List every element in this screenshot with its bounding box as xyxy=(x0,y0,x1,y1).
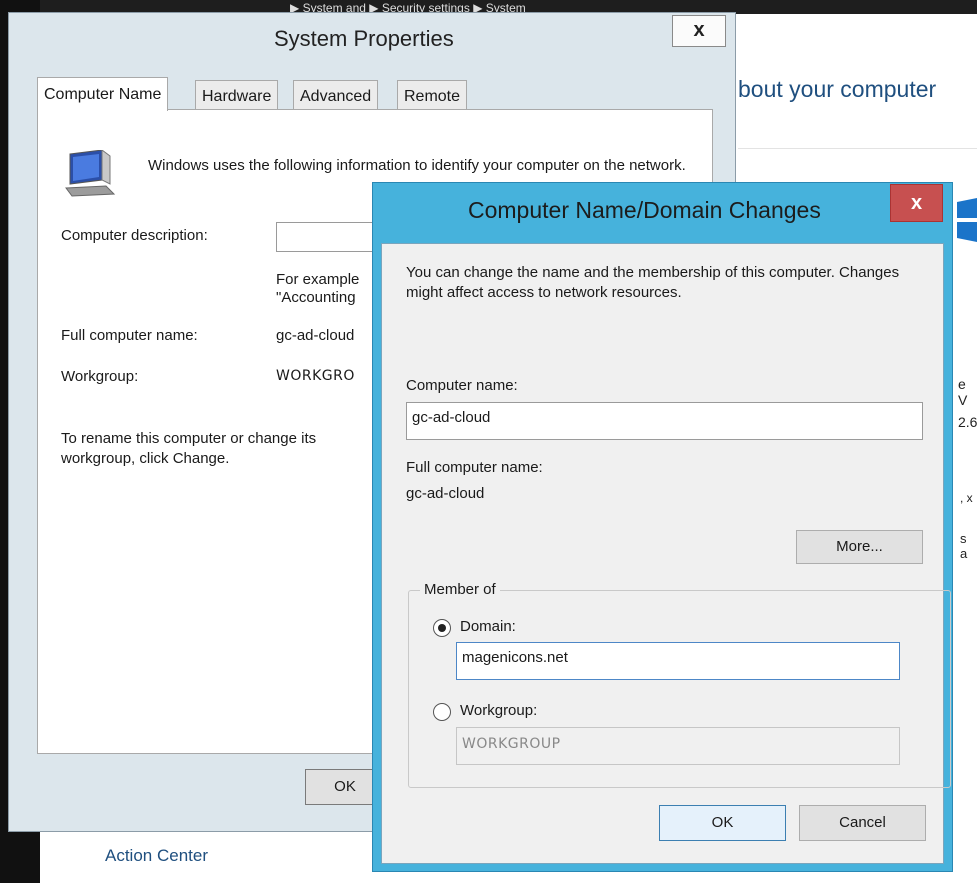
full-computer-name-value: gc-ad-cloud xyxy=(276,327,355,344)
more-button[interactable]: More... xyxy=(796,530,923,564)
close-icon: x xyxy=(693,19,705,41)
background-text-fragment: e V xyxy=(958,376,968,408)
workgroup-radio[interactable] xyxy=(433,703,451,721)
system-properties-title-bar[interactable]: System Properties x xyxy=(9,13,735,65)
tab-remote[interactable]: Remote xyxy=(397,80,468,110)
background-text-fragment: , x xyxy=(960,491,973,505)
full-computer-name-value: gc-ad-cloud xyxy=(406,485,485,502)
close-button[interactable]: x xyxy=(890,184,943,222)
background-text-fragment: 2.6 xyxy=(958,414,977,430)
tab-computer-name[interactable]: Computer Name xyxy=(37,77,169,111)
workgroup-radio-label[interactable]: Workgroup: xyxy=(460,702,537,719)
computer-description-label: Computer description: xyxy=(61,227,208,244)
domain-radio[interactable] xyxy=(433,619,451,637)
background-text-fragment: s a xyxy=(960,531,968,561)
dialog-title: System Properties xyxy=(274,26,454,51)
domain-radio-label[interactable]: Domain: xyxy=(460,618,516,635)
tab-hardware[interactable]: Hardware xyxy=(195,80,279,110)
cancel-button[interactable]: Cancel xyxy=(799,805,926,841)
action-center-link[interactable]: Action Center xyxy=(105,846,208,866)
computer-name-input[interactable]: gc-ad-cloud xyxy=(406,402,923,440)
close-button[interactable]: x xyxy=(672,15,726,47)
full-computer-name-label: Full computer name: xyxy=(61,327,198,344)
example-hint-line: "Accounting xyxy=(276,289,356,306)
member-of-legend: Member of xyxy=(420,581,500,598)
domain-input[interactable]: magenicons.net xyxy=(456,642,900,680)
computer-name-label: Computer name: xyxy=(406,377,518,394)
example-hint-text: For example "Accounting xyxy=(276,271,386,307)
dialog-body: You can change the name and the membersh… xyxy=(381,243,951,864)
close-icon: x xyxy=(910,192,923,214)
ok-button[interactable]: OK xyxy=(659,805,786,841)
dialog-title: Computer Name/Domain Changes xyxy=(468,197,821,223)
workgroup-input[interactable]: WORKGROUP xyxy=(456,727,900,765)
windows-logo-icon xyxy=(957,198,977,242)
full-computer-name-label: Full computer name: xyxy=(406,459,543,476)
domain-changes-intro-text: You can change the name and the membersh… xyxy=(406,264,900,301)
workgroup-value: WORKGRO xyxy=(276,368,355,384)
workgroup-label: Workgroup: xyxy=(61,368,139,385)
computer-name-domain-changes-dialog: Computer Name/Domain Changes x You can c… xyxy=(372,182,953,872)
example-hint-line: For example xyxy=(276,271,360,288)
background-page-heading: bout your computer xyxy=(738,76,937,102)
background-divider xyxy=(738,148,977,149)
computer-monitor-icon xyxy=(65,150,116,197)
tab-advanced[interactable]: Advanced xyxy=(293,80,379,110)
rename-instructions: To rename this computer or change its wo… xyxy=(61,430,317,467)
radio-selected-dot xyxy=(438,624,446,632)
computer-name-intro-text: Windows uses the following information t… xyxy=(148,157,686,174)
